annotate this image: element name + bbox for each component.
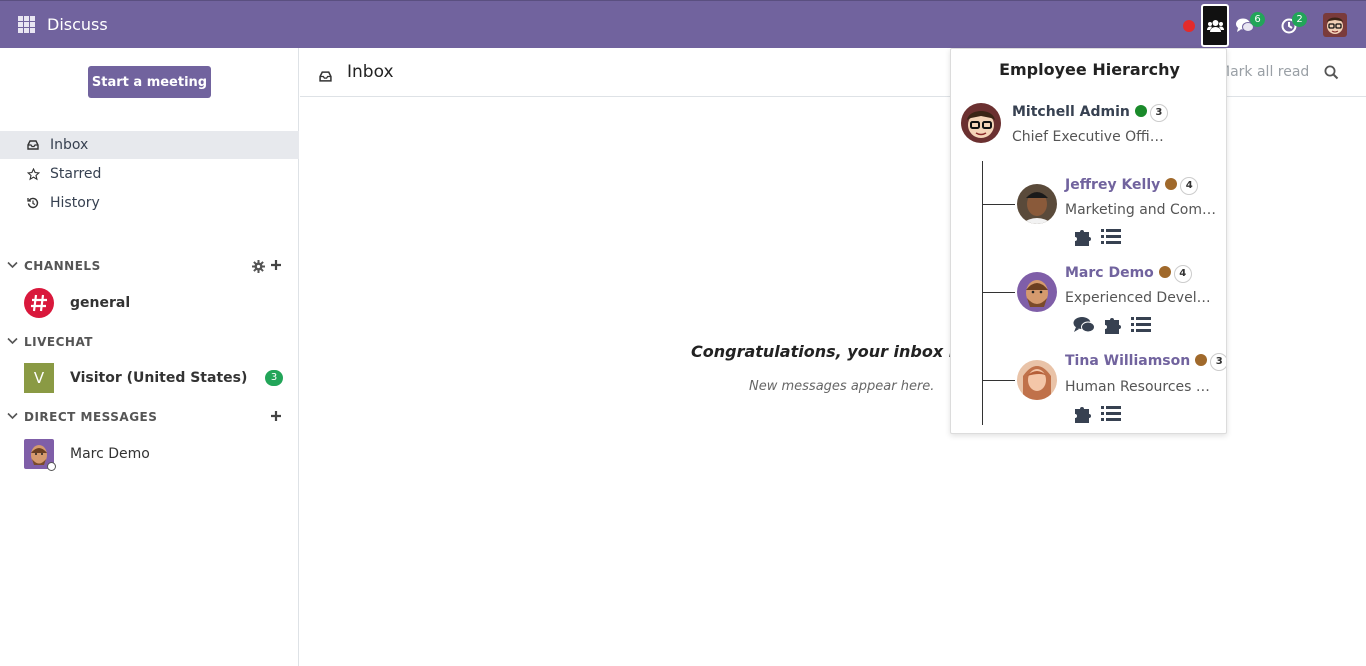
start-meeting-button[interactable]: Start a meeting [88, 66, 211, 98]
recording-indicator-icon [1183, 20, 1195, 32]
channel-hash-icon [24, 288, 54, 318]
livechat-category[interactable]: LIVECHAT [0, 332, 299, 352]
search-icon[interactable] [1324, 65, 1339, 84]
employee-hierarchy-popover: Employee Hierarchy Mitchell Admin 3 Chief… [950, 48, 1227, 434]
visitor-avatar: V [24, 363, 54, 393]
employee-hierarchy-button[interactable] [1201, 4, 1229, 47]
category-label: DIRECT MESSAGES [24, 410, 158, 424]
chevron-down-icon [7, 258, 18, 272]
employee-name[interactable]: Tina Williamson [1065, 353, 1190, 369]
tina-williamson-avatar[interactable] [1017, 360, 1057, 400]
chevron-down-icon [7, 334, 18, 348]
employee-name-row: Jeffrey Kelly 4 [1065, 177, 1199, 195]
employee-name[interactable]: Marc Demo [1065, 265, 1154, 281]
apps-menu-icon[interactable] [18, 16, 35, 33]
jeffrey-kelly-avatar[interactable] [1017, 184, 1057, 224]
add-chat-icon[interactable] [270, 407, 282, 426]
puzzle-icon[interactable] [1103, 316, 1123, 334]
presence-away-icon [1195, 354, 1208, 366]
employee-actions [1073, 405, 1121, 423]
employee-name[interactable]: Mitchell Admin [1012, 104, 1130, 120]
livechat-item-visitor[interactable]: V Visitor (United States) 3 [0, 360, 299, 396]
chevron-down-icon [7, 409, 18, 423]
popover-title: Employee Hierarchy [999, 60, 1180, 79]
mark-all-read-button[interactable]: Mark all read [1218, 64, 1309, 80]
unread-count-badge: 3 [265, 370, 283, 386]
sidebar-item-label: Starred [50, 166, 102, 182]
hierarchy-branch-line [982, 204, 1015, 205]
subordinate-count-badge: 3 [1210, 353, 1226, 371]
presence-online-icon [1134, 105, 1147, 117]
employee-job-title: Experienced Developer [1065, 290, 1217, 306]
hierarchy-branch-line [982, 380, 1015, 381]
discuss-sidebar: Start a meeting Inbox Starred History CH… [0, 48, 299, 666]
empty-inbox-subtitle: New messages appear here. [749, 379, 935, 394]
marc-demo-avatar [24, 439, 56, 471]
top-navbar: Discuss 6 2 [0, 0, 1366, 48]
livechat-name: Visitor (United States) [70, 370, 248, 386]
sidebar-item-starred[interactable]: Starred [0, 160, 299, 188]
inbox-icon [319, 67, 332, 86]
channel-item-general[interactable]: general [0, 285, 299, 321]
employee-name[interactable]: Jeffrey Kelly [1065, 177, 1160, 193]
direct-message-name: Marc Demo [70, 446, 150, 462]
marc-demo-avatar[interactable] [1017, 272, 1057, 312]
employee-actions [1073, 228, 1121, 246]
hierarchy-tree-line [982, 161, 983, 425]
activities-count-badge: 2 [1292, 12, 1307, 27]
sidebar-item-history[interactable]: History [0, 189, 299, 217]
puzzle-icon[interactable] [1073, 405, 1093, 423]
employee-actions [1073, 316, 1151, 334]
list-icon[interactable] [1131, 316, 1151, 334]
inbox-icon [26, 140, 40, 150]
hierarchy-branch-line [982, 292, 1015, 293]
subordinate-count-badge: 4 [1180, 177, 1199, 195]
offline-status-icon [47, 462, 56, 471]
employee-name-row: Mitchell Admin 3 [1012, 104, 1168, 122]
star-icon [26, 167, 40, 181]
messages-count-badge: 6 [1250, 12, 1265, 27]
users-icon [1206, 19, 1224, 32]
presence-away-icon [1165, 178, 1178, 190]
employee-name-row: Tina Williamson 3 [1065, 353, 1226, 371]
channels-category[interactable]: CHANNELS [0, 256, 299, 276]
add-channel-icon[interactable] [270, 256, 282, 275]
sidebar-item-label: Inbox [50, 137, 89, 153]
sidebar-item-label: History [50, 195, 100, 211]
channel-name: general [70, 295, 131, 311]
user-avatar[interactable] [1323, 13, 1347, 37]
direct-message-item-marc-demo[interactable]: Marc Demo [0, 436, 299, 472]
employee-job-title: Human Resources M… [1065, 379, 1217, 395]
list-icon[interactable] [1101, 228, 1121, 246]
chat-icon[interactable] [1073, 316, 1095, 334]
direct-messages-category[interactable]: DIRECT MESSAGES [0, 407, 299, 427]
mitchell-admin-avatar[interactable] [961, 103, 1001, 143]
employee-job-title: Marketing and Comm… [1065, 202, 1217, 218]
history-icon [26, 197, 40, 209]
subordinate-count-badge: 3 [1149, 104, 1168, 122]
sidebar-item-inbox[interactable]: Inbox [0, 131, 299, 159]
puzzle-icon[interactable] [1073, 228, 1093, 246]
list-icon[interactable] [1101, 405, 1121, 423]
gear-icon[interactable] [252, 259, 265, 277]
app-name[interactable]: Discuss [47, 15, 108, 34]
category-label: CHANNELS [24, 259, 101, 273]
subordinate-count-badge: 4 [1173, 265, 1192, 283]
thread-title: Inbox [347, 62, 394, 82]
employee-name-row: Marc Demo 4 [1065, 265, 1192, 283]
category-label: LIVECHAT [24, 335, 93, 349]
employee-job-title: Chief Executive Officer [1012, 129, 1164, 145]
presence-away-icon [1158, 266, 1171, 278]
